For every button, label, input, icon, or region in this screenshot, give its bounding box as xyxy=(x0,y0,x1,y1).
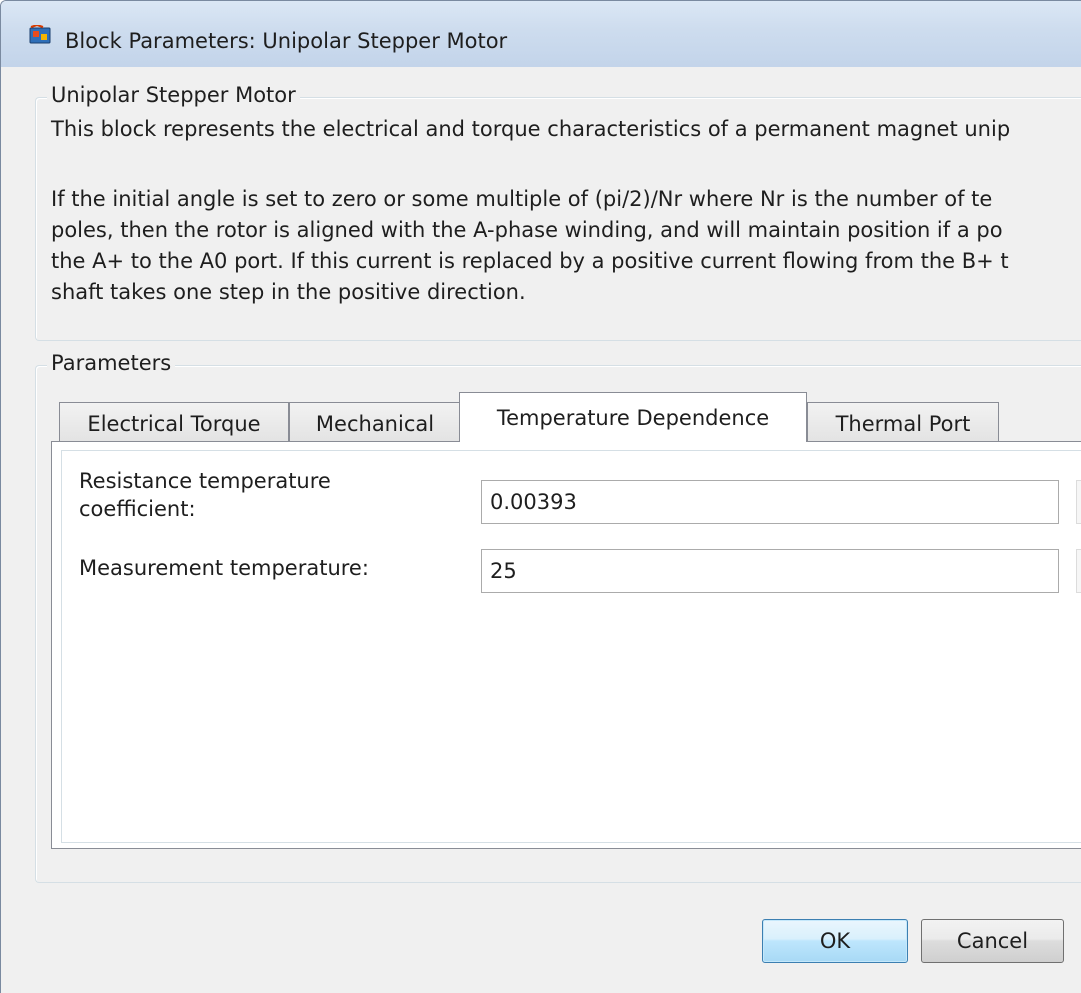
description-group-title: Unipolar Stepper Motor xyxy=(47,83,300,107)
resistance-temp-coeff-input[interactable] xyxy=(481,480,1059,524)
resistance-temp-coeff-label-line2: coefficient: xyxy=(79,497,196,521)
dialog-window: Block Parameters: Unipolar Stepper Motor… xyxy=(0,0,1081,993)
description-line-2: poles, then the rotor is aligned with th… xyxy=(51,218,1003,242)
description-line-1: If the initial angle is set to zero or s… xyxy=(51,187,993,211)
tab-thermal-port[interactable]: Thermal Port xyxy=(807,402,999,442)
measurement-temperature-label: Measurement temperature: xyxy=(79,556,369,580)
description-paragraph-1: This block represents the electrical and… xyxy=(51,117,1011,141)
dialog-client-area: Unipolar Stepper Motor This block repres… xyxy=(1,67,1081,993)
ok-button[interactable]: OK xyxy=(762,919,908,963)
window-title: Block Parameters: Unipolar Stepper Motor xyxy=(65,29,508,53)
resistance-temp-coeff-unit-selector[interactable] xyxy=(1076,480,1081,524)
resistance-temp-coeff-label: Resistance temperature coefficient: xyxy=(79,467,331,523)
tab-mechanical[interactable]: Mechanical xyxy=(289,402,461,442)
cancel-button[interactable]: Cancel xyxy=(921,919,1064,963)
measurement-temperature-unit-selector[interactable] xyxy=(1076,549,1081,593)
description-line-3: the A+ to the A0 port. If this current i… xyxy=(51,249,1009,273)
tab-electrical-torque[interactable]: Electrical Torque xyxy=(59,402,289,442)
title-bar[interactable]: Block Parameters: Unipolar Stepper Motor xyxy=(1,1,1081,67)
tab-temperature-dependence[interactable]: Temperature Dependence xyxy=(459,392,807,442)
measurement-temperature-input[interactable] xyxy=(481,549,1059,593)
resistance-temp-coeff-label-line1: Resistance temperature xyxy=(79,469,331,493)
simulink-block-icon xyxy=(29,25,51,44)
description-line-4: shaft takes one step in the positive dir… xyxy=(51,280,526,304)
parameters-group-title: Parameters xyxy=(47,351,176,375)
